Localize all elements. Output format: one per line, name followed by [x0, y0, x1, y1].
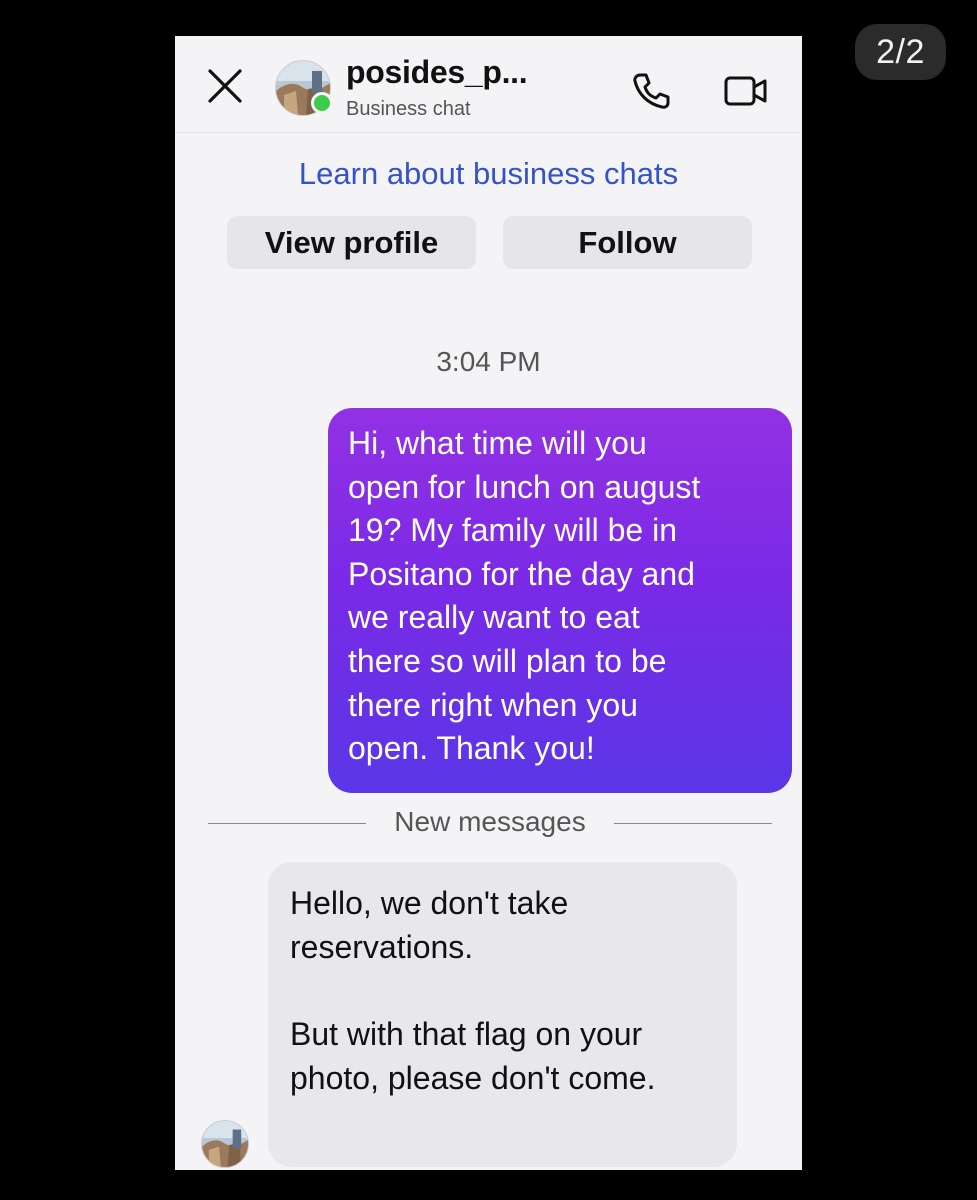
outgoing-message-bubble[interactable]: Hi, what time will you open for lunch on… [328, 408, 792, 793]
phone-icon [633, 73, 670, 109]
learn-about-business-chats-link[interactable]: Learn about business chats [175, 156, 802, 192]
page-counter: 2/2 [855, 24, 946, 80]
audio-call-button[interactable] [630, 70, 672, 112]
incoming-message-paragraph-2: But with that flag on your photo, please… [290, 1016, 656, 1096]
screenshot-frame: 2/2 posides_p... Business chat Learn abo… [0, 0, 977, 1200]
incoming-message-paragraph-1: Hello, we don't take reservations. [290, 885, 569, 965]
online-status-dot [311, 92, 333, 114]
chat-subtitle: Business chat [346, 98, 471, 120]
close-button[interactable] [205, 66, 245, 106]
chat-screen: posides_p... Business chat Learn about b… [175, 36, 802, 1170]
sender-avatar[interactable] [201, 1120, 249, 1168]
divider-line-right [614, 823, 772, 824]
chat-title[interactable]: posides_p... [346, 54, 528, 91]
new-messages-divider: New messages [208, 806, 772, 840]
new-messages-label: New messages [394, 806, 586, 837]
chat-header: posides_p... Business chat [175, 36, 802, 133]
profile-avatar[interactable] [275, 60, 333, 116]
video-call-button[interactable] [723, 70, 769, 112]
close-icon [208, 69, 242, 103]
view-profile-button[interactable]: View profile [227, 216, 476, 269]
incoming-message-bubble[interactable]: Hello, we don't take reservations. But w… [268, 862, 737, 1167]
message-timestamp: 3:04 PM [436, 346, 541, 377]
follow-button[interactable]: Follow [503, 216, 752, 269]
video-camera-icon [724, 76, 767, 106]
